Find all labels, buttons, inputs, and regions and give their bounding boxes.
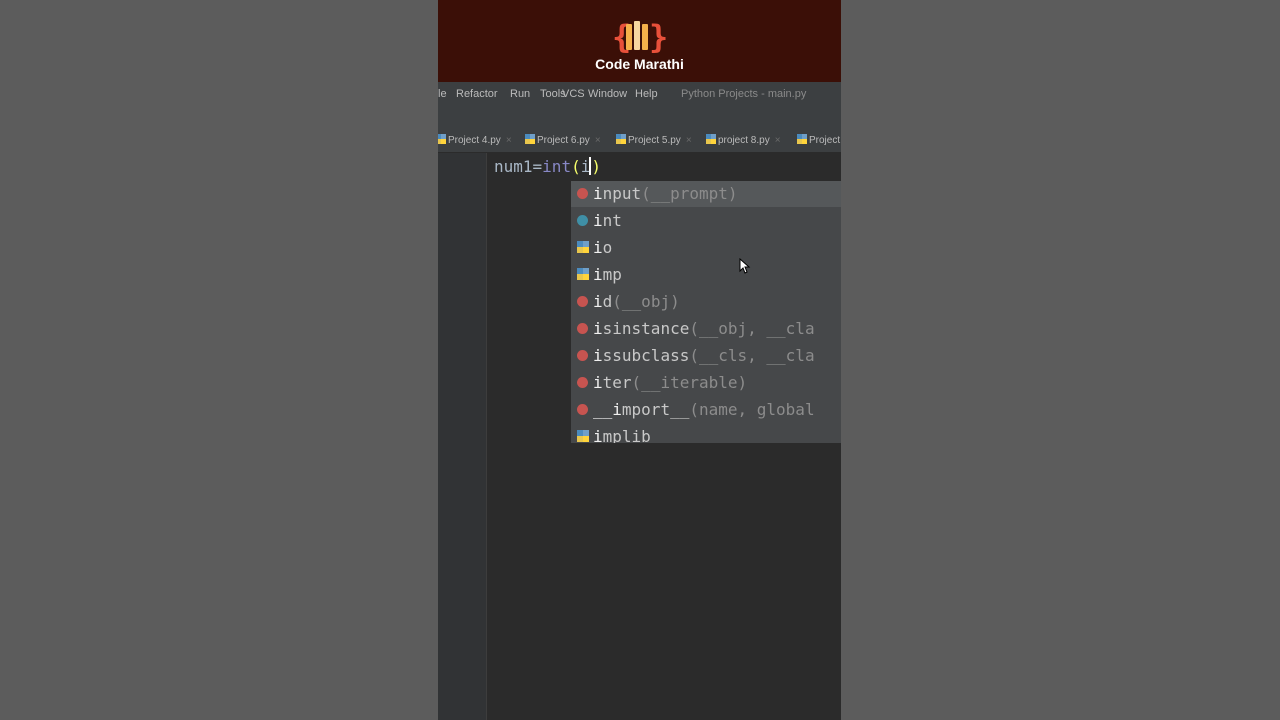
function-icon — [577, 377, 588, 388]
match-text: __i — [593, 400, 622, 419]
item-name: nt — [602, 211, 622, 230]
class-icon — [577, 215, 588, 226]
menu-item-code[interactable]: le — [438, 88, 447, 100]
module-icon — [577, 268, 589, 280]
menu-bar: le Refactor Run Tools VCS Window Help Py… — [438, 82, 841, 106]
function-icon — [577, 323, 588, 334]
completion-item[interactable]: imp — [571, 262, 841, 288]
item-name: o — [602, 238, 613, 257]
item-name: mp — [602, 265, 622, 284]
menu-item-run[interactable]: Run — [510, 88, 530, 100]
python-file-icon — [616, 134, 626, 144]
code-line[interactable]: num1=int(i) — [494, 157, 601, 176]
match-text: i — [593, 292, 603, 311]
match-text: i — [593, 211, 603, 230]
tab-label: Project 5.py — [628, 135, 681, 146]
item-name: d — [602, 292, 613, 311]
item-args: (__obj) — [612, 292, 680, 311]
completion-item[interactable]: iter(__iterable) — [571, 370, 841, 396]
item-args: (__prompt) — [641, 184, 738, 203]
item-args: (__cls, __cla — [689, 346, 815, 365]
item-name: mplib — [602, 427, 651, 443]
completion-item[interactable]: implib — [571, 424, 841, 443]
match-text: i — [593, 373, 603, 392]
close-paren: ) — [591, 157, 601, 176]
completion-popup: input(__prompt) int io imp id(__obj) isi… — [571, 181, 841, 443]
completion-item[interactable]: __import__(name, global — [571, 397, 841, 423]
function-icon — [577, 296, 588, 307]
completion-item[interactable]: id(__obj) — [571, 289, 841, 315]
completion-item[interactable]: int — [571, 208, 841, 234]
menu-item-help[interactable]: Help — [635, 88, 658, 100]
close-icon[interactable]: × — [686, 135, 692, 146]
window-title: Python Projects - main.py — [681, 88, 807, 100]
tab-project[interactable]: Project — [797, 134, 840, 146]
item-name: ter — [602, 373, 632, 392]
completion-item[interactable]: issubclass(__cls, __cla — [571, 343, 841, 369]
function-icon — [577, 188, 588, 199]
function-icon — [577, 350, 588, 361]
tab-project-6[interactable]: Project 6.py × — [525, 134, 601, 146]
python-file-icon — [438, 134, 446, 144]
python-file-icon — [706, 134, 716, 144]
tab-label: Project 6.py — [537, 135, 590, 146]
close-icon[interactable]: × — [595, 135, 601, 146]
code-text: num1= — [494, 157, 543, 176]
match-text: i — [593, 238, 603, 257]
tab-label: Project — [809, 135, 841, 146]
tab-project-4[interactable]: Project 4.py × — [438, 134, 512, 146]
item-args: (name, global — [689, 400, 815, 419]
menu-item-vcs[interactable]: VCS — [562, 88, 585, 100]
svg-text:}: } — [649, 18, 668, 56]
builtin-function: int — [542, 157, 572, 176]
right-backdrop — [841, 0, 1280, 720]
item-args: (__obj, __cla — [689, 319, 815, 338]
match-text: i — [593, 184, 603, 203]
tab-project-8[interactable]: project 8.py × — [706, 134, 781, 146]
item-name: ssubclass — [602, 346, 690, 365]
tab-project-5[interactable]: Project 5.py × — [616, 134, 692, 146]
python-file-icon — [797, 134, 807, 144]
match-text: i — [593, 346, 603, 365]
code-marathi-logo: { } — [612, 18, 668, 56]
editor-tabs: Project 4.py × Project 6.py × Project 5.py… — [438, 128, 841, 153]
module-icon — [577, 241, 589, 253]
brand-name: Code Marathi — [595, 56, 684, 72]
toolbar — [438, 106, 841, 129]
close-icon[interactable]: × — [775, 135, 781, 146]
menu-item-refactor[interactable]: Refactor — [456, 88, 498, 100]
tab-label: project 8.py — [718, 135, 770, 146]
match-text: i — [593, 319, 603, 338]
mouse-pointer-icon — [739, 258, 751, 274]
tab-label: Project 4.py — [448, 135, 501, 146]
line-gutter — [438, 153, 487, 720]
module-icon — [577, 430, 589, 442]
function-icon — [577, 404, 588, 415]
item-name: nput — [602, 184, 642, 203]
item-name: sinstance — [602, 319, 690, 338]
completion-item[interactable]: input(__prompt) — [571, 181, 841, 207]
python-file-icon — [525, 134, 535, 144]
completion-item[interactable]: isinstance(__obj, __cla — [571, 316, 841, 342]
brand-banner: { } Code Marathi — [438, 0, 841, 82]
match-text: i — [593, 427, 603, 443]
match-text: i — [593, 265, 603, 284]
completion-item[interactable]: io — [571, 235, 841, 261]
menu-item-window[interactable]: Window — [588, 88, 627, 100]
item-args: (__iterable) — [631, 373, 748, 392]
open-paren: ( — [571, 157, 581, 176]
left-backdrop — [0, 0, 438, 720]
close-icon[interactable]: × — [506, 135, 512, 146]
item-name: mport__ — [621, 400, 690, 419]
